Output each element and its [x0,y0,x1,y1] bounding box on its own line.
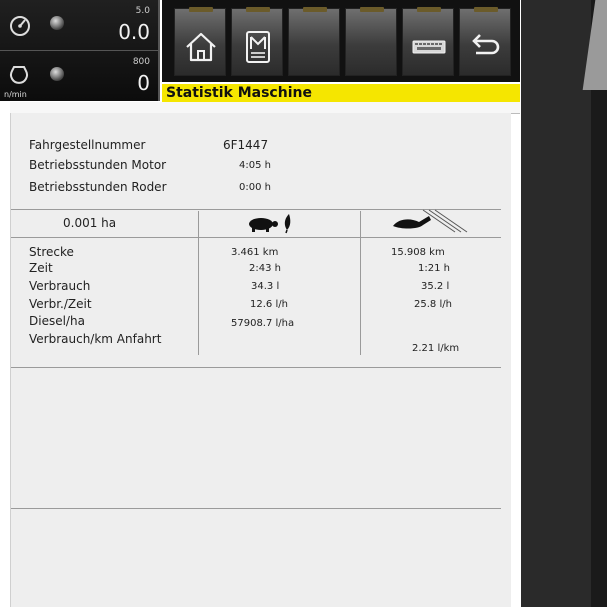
divider [11,508,501,509]
speed-max: 5.0 [135,6,150,16]
machine-menu-icon [246,31,270,63]
rpm-indicator-lamp [50,67,64,81]
row-road-value: 35.2 l [421,281,450,292]
gauge-panel: 5.0 0.0 800 0 n/min [0,0,160,101]
home-button[interactable] [174,7,226,76]
rpm-value: 0 [137,71,150,95]
home-icon [186,32,216,62]
row-work-value: 3.461 km [231,247,279,258]
row-road-value: 25.8 l/h [414,299,452,310]
back-button[interactable] [459,7,511,76]
toolbar [162,0,520,82]
rpm-max: 800 [132,57,150,67]
speed-value: 0.0 [118,20,150,44]
row-road-value: 1:21 h [418,263,450,274]
column-divider [198,211,199,355]
right-bezel [521,0,607,607]
info-value: 6F1447 [223,138,269,152]
road-mode-hare-icon [393,209,468,233]
divider [11,237,501,238]
info-value: 4:05 h [239,160,271,171]
page-title: Statistik Maschine [162,84,520,102]
row-label: Diesel/ha [29,314,85,328]
info-label: Betriebsstunden Motor [29,158,167,172]
row-label: Strecke [29,245,74,259]
row-work-value: 12.6 l/h [250,299,288,310]
keyboard-icon [412,40,446,54]
row-road-value: 15.908 km [391,247,445,258]
softkey-4[interactable] [345,7,397,76]
speed-indicator-lamp [50,16,64,30]
speedometer-icon [10,16,30,36]
machine-menu-button[interactable] [231,7,283,76]
softkey-3[interactable] [288,7,340,76]
row-label: Verbrauch [29,279,91,293]
bezel-shade [521,0,591,607]
row-work-value: 34.3 l [251,281,280,292]
info-value: 0:00 h [239,182,271,193]
row-work-value: 57908.7 l/ha [231,318,295,329]
rpm-gauge: 800 0 n/min [0,51,158,101]
column-divider [360,211,361,355]
terminal-screen: 5.0 0.0 800 0 n/min Statistik Maschine F… [0,0,607,607]
row-work-value: 2:43 h [249,263,281,274]
row-road-value: 2.21 l/km [412,343,460,354]
divider [11,367,501,368]
info-label: Fahrgestellnummer [29,138,146,152]
keyboard-button[interactable] [402,7,454,76]
rpm-unit: n/min [4,90,27,99]
field-mode-turtle-icon [249,214,291,234]
row-label: Zeit [29,261,53,275]
row-label: Verbr./Zeit [29,297,92,311]
statistics-panel: Fahrgestellnummer 6F1447 Betriebsstunden… [10,113,511,607]
row-label: Verbrauch/km Anfahrt [29,332,162,346]
area-value: 0.001 ha [63,216,117,230]
pto-rpm-icon [10,66,28,84]
back-arrow-icon [472,34,500,55]
info-label: Betriebsstunden Roder [29,180,167,194]
speed-gauge: 5.0 0.0 [0,0,158,51]
